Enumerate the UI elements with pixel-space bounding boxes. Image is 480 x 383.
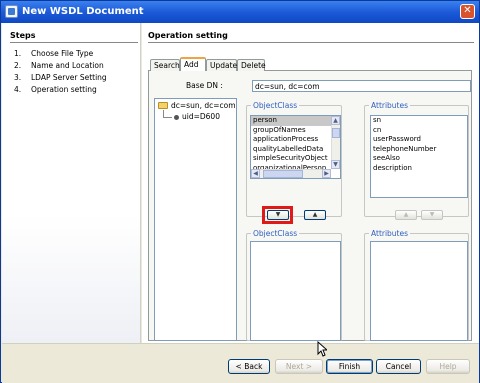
step-number: 2. [14, 61, 22, 70]
attributes-title-bottom: Attributes [369, 229, 411, 238]
attributes-title-top: Attributes [369, 101, 411, 110]
title-bar: New WSDL Document ✕ [1, 1, 479, 23]
attributes-list-top[interactable]: sn cn userPassword telephoneNumber seeAl… [370, 115, 468, 198]
scroll-thumb[interactable] [332, 128, 340, 138]
base-dn-input[interactable]: dc=sun, dc=com [252, 80, 471, 92]
close-button[interactable]: ✕ [460, 4, 475, 19]
step-label: Name and Location [31, 61, 104, 70]
tab-search[interactable]: Search [150, 59, 180, 71]
scroll-left-icon[interactable]: ◀ [251, 169, 260, 178]
attr-move-down-button[interactable]: ▼ [421, 210, 443, 220]
step-number: 3. [14, 73, 22, 82]
operation-divider [148, 42, 474, 43]
list-item[interactable]: sn [371, 116, 467, 126]
objectclass-title-top: ObjectClass [251, 101, 300, 110]
scroll-thumb[interactable] [263, 170, 303, 178]
operation-header: Operation setting [148, 31, 228, 40]
scroll-down-icon[interactable]: ▼ [331, 160, 340, 169]
horizontal-scrollbar[interactable]: ◀ ▶ [251, 169, 331, 178]
steps-divider [10, 42, 138, 43]
list-item[interactable]: simpleSecurityObject [251, 154, 340, 164]
list-item[interactable]: userPassword [371, 135, 467, 145]
scroll-right-icon[interactable]: ▶ [322, 169, 331, 178]
list-item[interactable]: seeAlso [371, 154, 467, 164]
wizard-window: New WSDL Document ✕ Steps 1. Choose File… [0, 0, 480, 383]
list-item[interactable]: groupOfNames [251, 126, 340, 136]
tree-node-child[interactable]: uid=D600 [182, 112, 220, 121]
help-button[interactable]: Help [426, 359, 470, 374]
list-item[interactable]: qualityLabelledData [251, 145, 340, 155]
vertical-scrollbar[interactable]: ▲ ▼ [331, 116, 340, 169]
folder-open-icon [158, 102, 168, 109]
mouse-cursor-icon [317, 341, 327, 357]
objectclass-list-bottom[interactable] [250, 241, 341, 341]
step-number: 1. [14, 49, 22, 58]
ldap-tree[interactable]: dc=sun, dc=com uid=D600 [154, 98, 237, 341]
tab-delete[interactable]: Delete [237, 59, 266, 71]
step-label: LDAP Server Setting [31, 73, 107, 82]
cancel-button[interactable]: Cancel [376, 359, 421, 374]
back-button[interactable]: < Back [228, 359, 270, 374]
list-item[interactable]: cn [371, 126, 467, 136]
steps-pane: Steps 1. Choose File Type 2. Name and Lo… [2, 23, 141, 343]
tab-add[interactable]: Add [180, 57, 206, 71]
move-up-button[interactable]: ▲ [304, 210, 326, 220]
list-item[interactable]: telephoneNumber [371, 145, 467, 155]
list-item[interactable]: applicationProcess [251, 135, 340, 145]
list-item[interactable]: description [371, 164, 467, 174]
tab-update[interactable]: Update [206, 59, 237, 71]
scroll-up-icon[interactable]: ▲ [331, 116, 340, 125]
window-title: New WSDL Document [22, 6, 144, 17]
move-down-button[interactable]: ▼ [267, 210, 289, 220]
tree-connector [163, 117, 172, 118]
base-dn-label: Base DN : [186, 81, 223, 90]
objectclass-title-bottom: ObjectClass [251, 229, 300, 238]
next-button[interactable]: Next > [275, 359, 323, 374]
operation-pane: Operation setting Search Add Update Dele… [142, 23, 479, 343]
step-number: 4. [14, 85, 22, 94]
wizard-footer: < Back Next > Finish Cancel Help [2, 343, 479, 383]
attributes-list-bottom[interactable] [370, 241, 468, 341]
step-label: Operation setting [31, 85, 97, 94]
leaf-node-icon [174, 115, 179, 120]
objectclass-list-top[interactable]: person groupOfNames applicationProcess q… [250, 115, 341, 179]
step-label: Choose File Type [31, 49, 94, 58]
steps-header: Steps [10, 31, 36, 40]
attr-move-up-button[interactable]: ▲ [395, 210, 417, 220]
list-item[interactable]: person [251, 116, 340, 126]
wsdl-document-icon [5, 5, 18, 18]
tree-node-root[interactable]: dc=sun, dc=com [171, 101, 236, 110]
finish-button[interactable]: Finish [326, 359, 373, 374]
